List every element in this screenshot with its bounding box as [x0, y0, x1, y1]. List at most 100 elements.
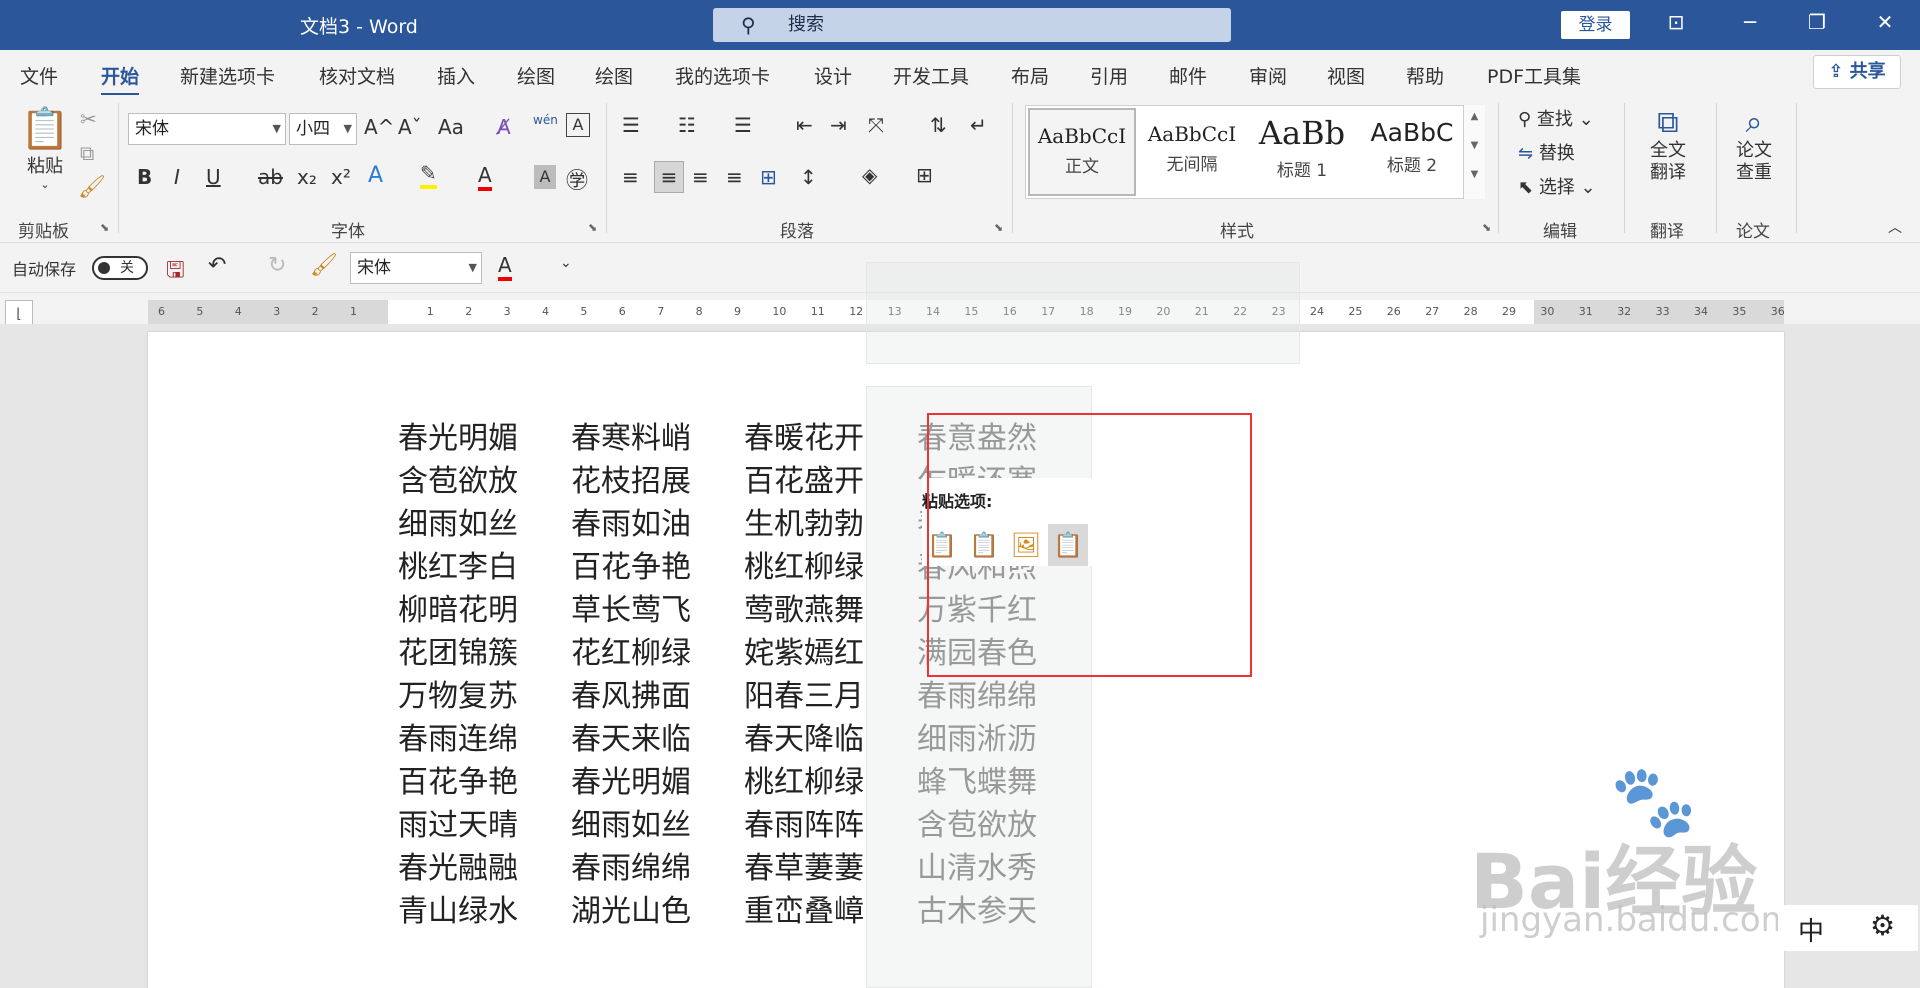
poem-line[interactable]: 万物复苏 春风拂面 阳春三月 春雨绵绵 — [398, 671, 1090, 715]
poem-line[interactable]: 春光融融 春雨绵绵 春草萋萋 山清水秀 — [398, 843, 1090, 887]
subscript-button[interactable]: x₂ — [297, 165, 317, 189]
poem-phrase[interactable]: 满园春色 — [917, 628, 1090, 672]
poem-phrase[interactable]: 花枝招展 — [571, 456, 744, 500]
tab-design[interactable]: 设计 — [814, 62, 852, 89]
char-border-icon[interactable]: A — [566, 113, 590, 137]
poem-phrase[interactable]: 雨过天晴 — [398, 800, 571, 844]
qat-font-select[interactable]: 宋体 ▼ — [350, 252, 482, 284]
clipboard-launcher-icon[interactable]: ⬊ — [100, 221, 109, 234]
styles-launcher-icon[interactable]: ⬊ — [1482, 221, 1491, 234]
shading-icon[interactable]: ◈ — [862, 163, 877, 187]
poem-phrase[interactable]: 生机勃勃 — [744, 499, 917, 543]
multilevel-list-icon[interactable]: ☰ — [734, 113, 752, 137]
paste-button[interactable]: 📋 粘贴 ⌄ — [20, 105, 70, 215]
poem-phrase[interactable]: 春雨绵绵 — [917, 671, 1090, 715]
tab-layout[interactable]: 布局 — [1011, 62, 1049, 89]
merge-format-icon[interactable]: 📋 — [964, 524, 1004, 566]
poem-line[interactable]: 百花争艳 春光明媚 桃红柳绿 蜂飞蝶舞 — [398, 757, 1090, 801]
poem-phrase[interactable]: 百花争艳 — [398, 757, 571, 801]
style-no-spacing[interactable]: AaBbCcI 无间隔 — [1138, 108, 1246, 196]
select-button[interactable]: ⬉ 选择 ⌄ — [1518, 173, 1596, 199]
poem-phrase[interactable]: 春寒料峭 — [571, 413, 744, 457]
grow-font-button[interactable]: A^ — [364, 115, 394, 139]
style-heading-2[interactable]: AaBbC 标题 2 — [1358, 108, 1466, 196]
poem-phrase[interactable]: 细雨如丝 — [571, 800, 744, 844]
full-translate-button[interactable]: ⧉ 全文 翻译 — [1646, 105, 1690, 184]
font-color-icon[interactable]: A — [478, 163, 492, 191]
tab-draw-2[interactable]: 绘图 — [595, 62, 633, 89]
chevron-down-icon[interactable]: ▼ — [1464, 140, 1485, 151]
poem-phrase[interactable]: 含苞欲放 — [917, 800, 1090, 844]
align-right-icon[interactable]: ≡ — [692, 165, 709, 189]
decrease-indent-icon[interactable]: ⇤ — [796, 113, 813, 137]
poem-phrase[interactable]: 细雨淅沥 — [917, 714, 1090, 758]
numbering-icon[interactable]: ☷ — [678, 113, 696, 137]
poem-phrase[interactable]: 姹紫嫣红 — [744, 628, 917, 672]
tab-new[interactable]: 新建选项卡 — [180, 62, 275, 89]
font-name-select[interactable]: 宋体 ▼ — [128, 113, 286, 145]
redo-icon[interactable]: ↻ — [268, 253, 286, 278]
clear-format-icon[interactable]: A̸ — [497, 115, 511, 139]
tab-review[interactable]: 审阅 — [1249, 62, 1287, 89]
poem-phrase[interactable]: 百花盛开 — [744, 456, 917, 500]
poem-line[interactable]: 花团锦簇 花红柳绿 姹紫嫣红 满园春色 — [398, 628, 1090, 672]
minimize-icon[interactable]: ─ — [1730, 10, 1770, 34]
poem-phrase[interactable]: 山清水秀 — [917, 843, 1090, 887]
autosave-toggle[interactable]: 关 — [92, 256, 148, 280]
line-spacing-icon[interactable]: ↕ — [800, 165, 817, 189]
poem-phrase[interactable]: 春天来临 — [571, 714, 744, 758]
find-button[interactable]: ⚲ 查找 ⌄ — [1518, 105, 1594, 131]
ribbon-display-icon[interactable]: ⊡ — [1656, 10, 1696, 34]
borders-icon[interactable]: ⊞ — [916, 163, 933, 187]
poem-phrase[interactable]: 花红柳绿 — [571, 628, 744, 672]
poem-phrase[interactable]: 细雨如丝 — [398, 499, 571, 543]
poem-phrase[interactable]: 桃红李白 — [398, 542, 571, 586]
enclose-char-icon[interactable]: ㊫ — [566, 163, 588, 195]
keep-source-format-icon[interactable]: 📋 — [922, 524, 962, 566]
char-shading-icon[interactable]: A — [534, 165, 556, 189]
bold-button[interactable]: B — [137, 165, 152, 189]
poem-phrase[interactable]: 百花争艳 — [571, 542, 744, 586]
poem-phrase[interactable]: 万物复苏 — [398, 671, 571, 715]
poem-phrase[interactable]: 桃红柳绿 — [744, 542, 917, 586]
superscript-button[interactable]: x² — [331, 165, 351, 189]
poem-phrase[interactable]: 万紫千红 — [917, 585, 1090, 629]
search-input[interactable]: ⚲ 搜索 — [713, 8, 1231, 42]
poem-phrase[interactable]: 春雨连绵 — [398, 714, 571, 758]
poem-phrase[interactable]: 春风拂面 — [571, 671, 744, 715]
poem-phrase[interactable]: 阳春三月 — [744, 671, 917, 715]
italic-button[interactable]: I — [174, 165, 180, 189]
login-button[interactable]: 登录 — [1561, 11, 1630, 39]
poem-phrase[interactable]: 青山绿水 — [398, 886, 571, 930]
tab-file[interactable]: 文件 — [20, 62, 58, 89]
poem-phrase[interactable]: 春雨阵阵 — [744, 800, 917, 844]
font-color-icon[interactable]: A — [498, 253, 512, 281]
save-icon[interactable]: 🖫 — [166, 253, 185, 291]
highlighter-icon[interactable]: ✎ — [420, 161, 437, 189]
poem-phrase[interactable]: 重峦叠嶂 — [744, 886, 917, 930]
customize-qat-icon[interactable]: ⌄ — [560, 255, 572, 271]
distribute-icon[interactable]: ⊞ — [760, 165, 777, 189]
poem-phrase[interactable]: 春光融融 — [398, 843, 571, 887]
poem-line[interactable]: 春雨连绵 春天来临 春天降临 细雨淅沥 — [398, 714, 1090, 758]
poem-line[interactable]: 青山绿水 湖光山色 重峦叠嶂 古木参天 — [398, 886, 1090, 930]
tab-references[interactable]: 引用 — [1090, 62, 1128, 89]
poem-phrase[interactable]: 含苞欲放 — [398, 456, 571, 500]
chevron-up-icon[interactable]: ▲ — [1464, 111, 1485, 122]
font-launcher-icon[interactable]: ⬊ — [588, 221, 597, 234]
poem-line[interactable]: 柳暗花明 草长莺飞 莺歌燕舞 万紫千红 — [398, 585, 1090, 629]
poem-line[interactable]: 雨过天晴 细雨如丝 春雨阵阵 含苞欲放 — [398, 800, 1090, 844]
poem-phrase[interactable]: 桃红柳绿 — [744, 757, 917, 801]
change-case-button[interactable]: Aa — [438, 115, 464, 139]
align-center-icon[interactable]: ≡ — [654, 161, 684, 193]
undo-icon[interactable]: ↶ — [208, 253, 226, 278]
ime-indicator[interactable]: 中 ⚙ — [1778, 905, 1918, 951]
justify-icon[interactable]: ≡ — [726, 165, 743, 189]
increase-indent-icon[interactable]: ⇥ — [830, 113, 847, 137]
poem-phrase[interactable]: 春草萋萋 — [744, 843, 917, 887]
poem-phrase[interactable]: 蜂飞蝶舞 — [917, 757, 1090, 801]
poem-phrase[interactable]: 春雨绵绵 — [571, 843, 744, 887]
sort-icon[interactable]: ⇅ — [930, 113, 947, 137]
close-icon[interactable]: ✕ — [1865, 10, 1905, 34]
poem-phrase[interactable]: 春意盎然 — [917, 413, 1090, 457]
